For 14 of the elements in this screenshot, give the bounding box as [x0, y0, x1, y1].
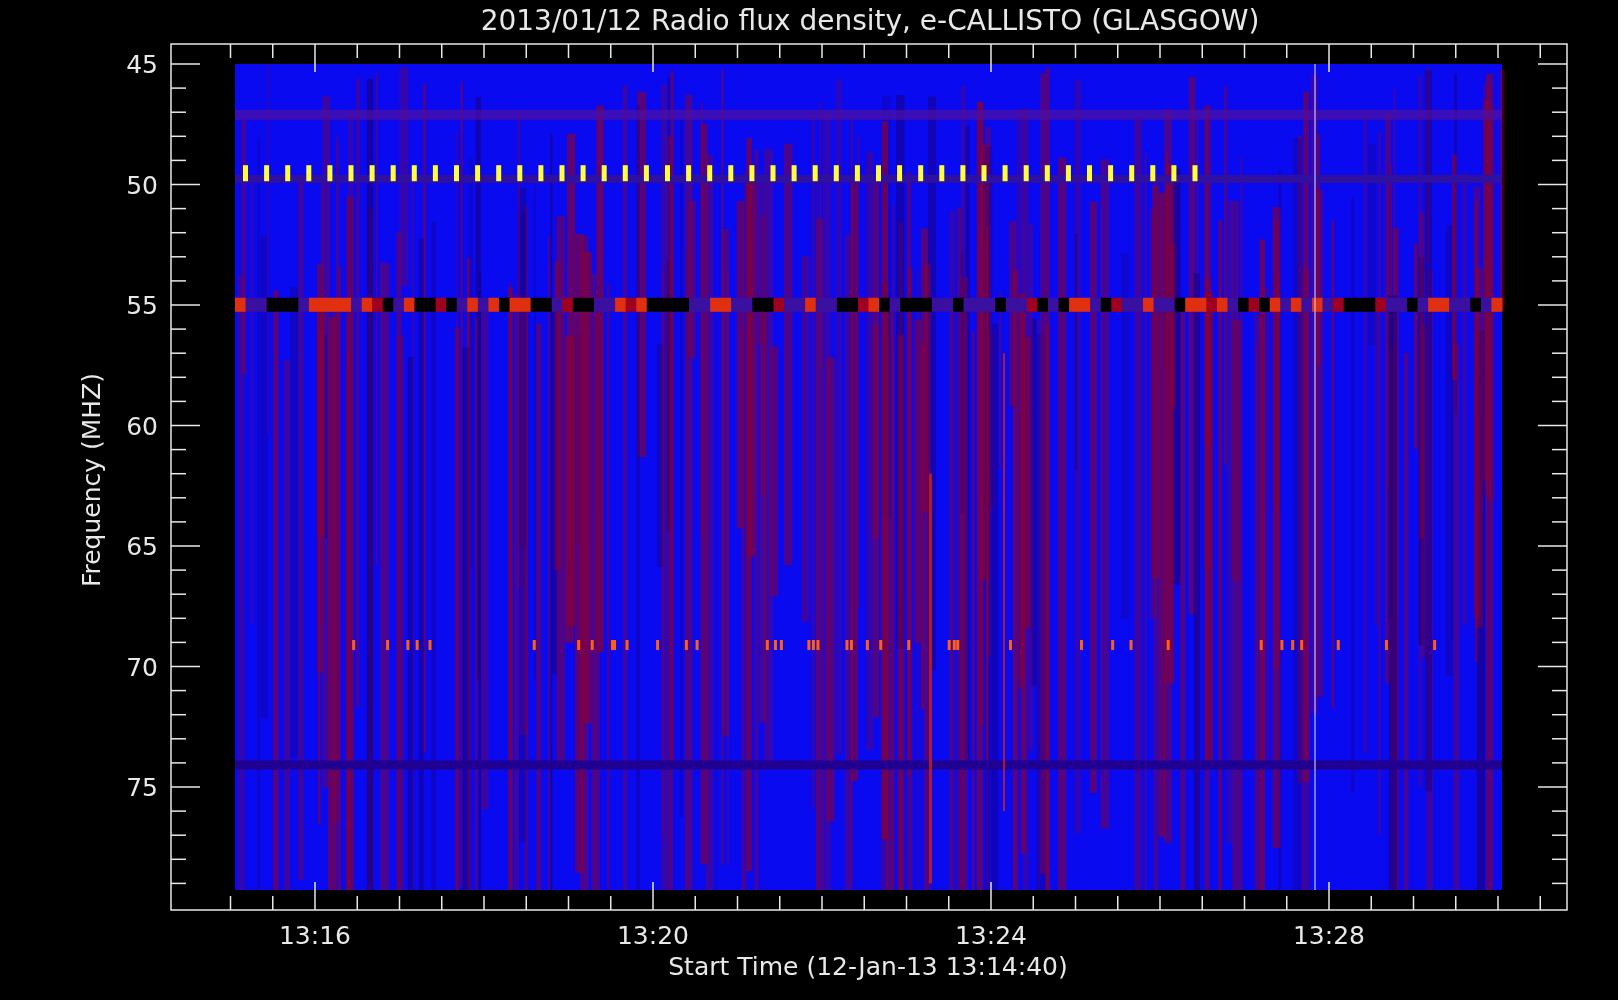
y-tick-label: 70 [126, 652, 158, 682]
y-tick-label: 75 [126, 773, 158, 802]
y-tick-label: 60 [126, 411, 158, 441]
x-tick-label: 13:20 [617, 921, 689, 950]
y-tick-label: 50 [126, 170, 158, 200]
y-axis-label: Frequency (MHZ) [77, 372, 106, 588]
y-tick-label: 45 [126, 50, 158, 79]
x-axis-label: Start Time (12-Jan-13 13:14:40) [668, 952, 1068, 981]
y-tick-label: 65 [126, 532, 158, 561]
x-tick-label: 13:16 [279, 921, 351, 950]
x-tick-label: 13:28 [1293, 921, 1365, 950]
plot-title: 2013/01/12 Radio flux density, e-CALLISTO (GLASGOW) [480, 4, 1260, 37]
x-tick-label: 13:24 [955, 921, 1027, 950]
y-tick-label: 55 [126, 291, 158, 320]
